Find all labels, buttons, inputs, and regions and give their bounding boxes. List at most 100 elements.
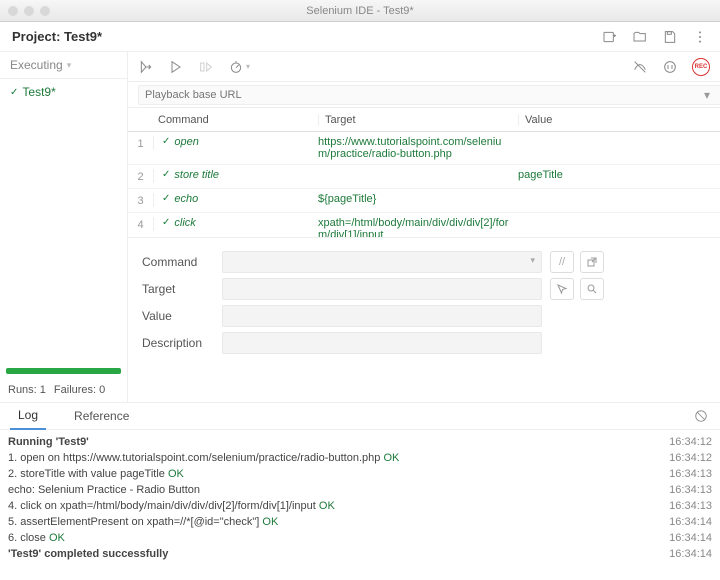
log-timestamp: 16:34:13 bbox=[669, 500, 712, 512]
header-value: Value bbox=[518, 114, 720, 126]
row-command: ✓click bbox=[154, 217, 314, 229]
editor-value-field[interactable] bbox=[222, 305, 542, 327]
log-timestamp: 16:34:13 bbox=[669, 484, 712, 496]
log-timestamp: 16:34:14 bbox=[669, 548, 712, 560]
editor-description-label: Description bbox=[142, 336, 222, 350]
editor-target-label: Target bbox=[142, 282, 222, 296]
log-line: 4. click on xpath=/html/body/main/div/di… bbox=[8, 498, 712, 514]
command-row[interactable]: 2✓store title pageTitle bbox=[128, 165, 720, 189]
header-command: Command bbox=[158, 114, 318, 126]
command-table-header: Command Target Value bbox=[128, 108, 720, 132]
toolbar: ▾ REC bbox=[128, 52, 720, 82]
project-name: Test9* bbox=[64, 29, 102, 44]
minimize-window-icon[interactable] bbox=[24, 6, 34, 16]
log-line: Running 'Test9' 16:34:12 bbox=[8, 434, 712, 450]
window-titlebar: Selenium IDE - Test9* bbox=[0, 0, 720, 22]
log-ok: OK bbox=[168, 468, 184, 480]
row-number: 4 bbox=[128, 217, 154, 231]
pass-check-icon: ✓ bbox=[162, 136, 170, 147]
log-ok: OK bbox=[319, 500, 335, 512]
runs-label: Runs: 1 bbox=[8, 384, 46, 396]
log-line: echo: Selenium Practice - Radio Button 1… bbox=[8, 482, 712, 498]
pass-check-icon: ✓ bbox=[162, 169, 170, 180]
command-row[interactable]: 1✓openhttps://www.tutorialspoint.com/sel… bbox=[128, 132, 720, 165]
log-ok: OK bbox=[262, 516, 278, 528]
pause-on-exception-icon[interactable] bbox=[662, 59, 678, 75]
row-target: xpath=/html/body/main/div/div/div[2]/for… bbox=[314, 217, 514, 237]
log-timestamp: 16:34:13 bbox=[669, 468, 712, 480]
record-icon[interactable]: REC bbox=[692, 58, 710, 76]
editor-command-label: Command bbox=[142, 255, 222, 269]
row-command: ✓echo bbox=[154, 193, 314, 205]
log-timestamp: 16:34:12 bbox=[669, 436, 712, 448]
log-panel: Running 'Test9' 16:34:12 1. open on https… bbox=[0, 430, 720, 580]
row-number: 1 bbox=[128, 136, 154, 150]
row-value: pageTitle bbox=[514, 169, 720, 181]
log-message: 1. open on https://www.tutorialspoint.co… bbox=[8, 452, 399, 464]
log-line: 2. storeTitle with value pageTitle OK 16:… bbox=[8, 466, 712, 482]
traffic-lights bbox=[8, 6, 50, 16]
editor-description-field[interactable] bbox=[222, 332, 542, 354]
pass-check-icon: ✓ bbox=[10, 87, 18, 98]
test-item-label: Test9* bbox=[22, 85, 55, 99]
run-summary: Runs: 1 Failures: 0 bbox=[0, 378, 127, 402]
command-row[interactable]: 4✓clickxpath=/html/body/main/div/div/div… bbox=[128, 213, 720, 237]
find-target-button[interactable] bbox=[580, 278, 604, 300]
failures-label: Failures: 0 bbox=[54, 384, 105, 396]
command-table-body: 1✓openhttps://www.tutorialspoint.com/sel… bbox=[128, 132, 720, 237]
window-title: Selenium IDE - Test9* bbox=[0, 5, 720, 17]
new-project-icon[interactable] bbox=[602, 29, 618, 45]
row-number: 3 bbox=[128, 193, 154, 207]
row-target: ${pageTitle} bbox=[314, 193, 514, 205]
command-row[interactable]: 3✓echo${pageTitle} bbox=[128, 189, 720, 213]
log-timestamp: 16:34:14 bbox=[669, 532, 712, 544]
more-menu-icon[interactable] bbox=[692, 29, 708, 45]
test-list: ✓ Test9* bbox=[0, 79, 127, 364]
project-bar: Project: Test9* bbox=[0, 22, 720, 52]
log-ok: OK bbox=[49, 532, 65, 544]
test-item-test9[interactable]: ✓ Test9* bbox=[0, 79, 127, 105]
tab-reference[interactable]: Reference bbox=[66, 403, 137, 429]
log-ok: OK bbox=[383, 452, 399, 464]
pass-check-icon: ✓ bbox=[162, 193, 170, 204]
editor-value-label: Value bbox=[142, 309, 222, 323]
clear-log-icon[interactable] bbox=[694, 409, 708, 423]
row-command: ✓store title bbox=[154, 169, 314, 181]
disable-breakpoints-icon[interactable] bbox=[632, 59, 648, 75]
log-line: 'Test9' completed successfully 16:34:14 bbox=[8, 546, 712, 562]
log-message: 4. click on xpath=/html/body/main/div/di… bbox=[8, 500, 335, 512]
log-message: Running 'Test9' bbox=[8, 436, 89, 448]
log-line: 1. open on https://www.tutorialspoint.co… bbox=[8, 450, 712, 466]
open-new-window-button[interactable] bbox=[580, 251, 604, 273]
row-number: 2 bbox=[128, 169, 154, 183]
zoom-window-icon[interactable] bbox=[40, 6, 50, 16]
pass-check-icon: ✓ bbox=[162, 217, 170, 228]
tab-log[interactable]: Log bbox=[10, 402, 46, 430]
log-timestamp: 16:34:14 bbox=[669, 516, 712, 528]
save-project-icon[interactable] bbox=[662, 29, 678, 45]
close-window-icon[interactable] bbox=[8, 6, 18, 16]
run-current-icon[interactable] bbox=[168, 59, 184, 75]
row-command: ✓open bbox=[154, 136, 314, 148]
run-all-icon[interactable] bbox=[138, 59, 154, 75]
project-prefix: Project: bbox=[12, 29, 64, 44]
project-label: Project: Test9* bbox=[12, 29, 102, 44]
execution-status-dropdown[interactable]: Executing ▾ bbox=[0, 52, 127, 79]
step-icon[interactable] bbox=[198, 59, 214, 75]
open-project-icon[interactable] bbox=[632, 29, 648, 45]
editor-command-field[interactable]: ▾ bbox=[222, 251, 542, 273]
speed-icon[interactable]: ▾ bbox=[228, 59, 250, 75]
sidebar: Executing ▾ ✓ Test9* Runs: 1 Failures: 0 bbox=[0, 52, 128, 402]
chevron-down-icon: ▾ bbox=[67, 60, 72, 71]
base-url-input[interactable] bbox=[138, 85, 720, 105]
log-timestamp: 16:34:12 bbox=[669, 452, 712, 464]
toggle-comment-button[interactable]: // bbox=[550, 251, 574, 273]
log-message: 2. storeTitle with value pageTitle OK bbox=[8, 468, 184, 480]
log-line: 6. close OK16:34:14 bbox=[8, 530, 712, 546]
editor-target-field[interactable] bbox=[222, 278, 542, 300]
execution-status-label: Executing bbox=[10, 58, 63, 72]
log-message: 'Test9' completed successfully bbox=[8, 548, 168, 560]
log-message: echo: Selenium Practice - Radio Button bbox=[8, 484, 200, 496]
select-target-button[interactable] bbox=[550, 278, 574, 300]
log-line: 5. assertElementPresent on xpath=//*[@id… bbox=[8, 514, 712, 530]
